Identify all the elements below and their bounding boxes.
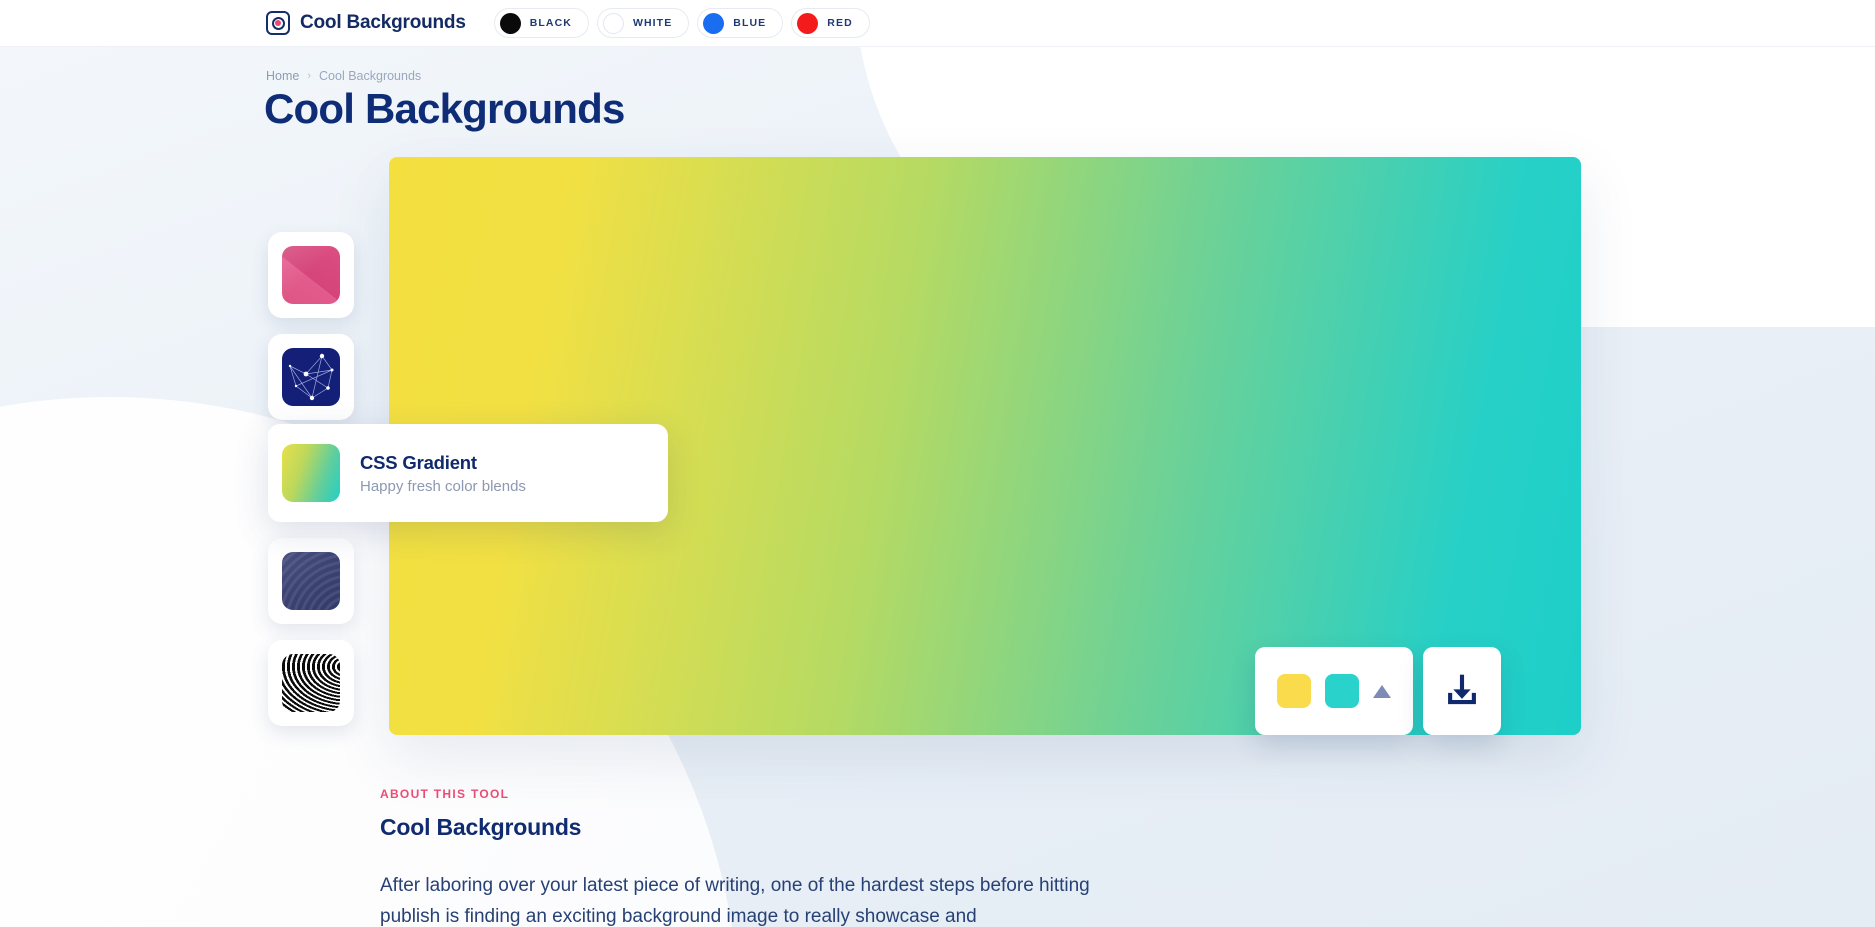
color-filter-group: BLACK WHITE BLUE RED: [493, 8, 870, 38]
gradient-stop-one-swatch[interactable]: [1277, 674, 1311, 708]
download-icon: [1448, 674, 1476, 705]
page-content: Home › Cool Backgrounds Cool Backgrounds: [0, 47, 1875, 927]
tool-thumbnail-trianglify[interactable]: [268, 232, 354, 318]
swatch-blue: [703, 12, 725, 34]
popover-subtitle: Happy fresh color blends: [360, 477, 526, 495]
trianglify-thumb-icon: [282, 246, 340, 304]
download-button[interactable]: [1423, 647, 1501, 735]
color-chip-red-label: RED: [827, 17, 853, 29]
color-chip-blue[interactable]: BLUE: [697, 8, 784, 38]
color-chip-black[interactable]: BLACK: [493, 8, 589, 38]
color-chip-white[interactable]: WHITE: [596, 8, 690, 38]
breadcrumb: Home › Cool Backgrounds: [266, 69, 421, 83]
tool-thumbnail-topography[interactable]: [268, 640, 354, 726]
tool-thumbnail-particles[interactable]: [268, 334, 354, 420]
triangle-up-icon[interactable]: [1373, 684, 1391, 698]
tool-popover-css-gradient[interactable]: CSS Gradient Happy fresh color blends: [268, 424, 668, 522]
swatch-white: [602, 12, 624, 34]
page-title: Cool Backgrounds: [264, 85, 625, 132]
canvas-toolbar: [1255, 647, 1501, 735]
breadcrumb-home-link[interactable]: Home: [266, 69, 299, 83]
brand-home-link[interactable]: Cool Backgrounds: [266, 11, 466, 35]
unsplash-thumb-icon: [282, 552, 340, 610]
color-chip-white-label: WHITE: [632, 17, 673, 29]
breadcrumb-current: Cool Backgrounds: [319, 69, 422, 83]
about-eyebrow: ABOUT THIS TOOL: [380, 787, 510, 801]
color-stop-panel: [1255, 647, 1413, 735]
gradient-stop-two-swatch[interactable]: [1325, 674, 1359, 708]
color-chip-red[interactable]: RED: [791, 8, 870, 38]
tool-thumbnail-unsplash[interactable]: [268, 538, 354, 624]
color-chip-blue-label: BLUE: [733, 17, 767, 29]
color-chip-black-label: BLACK: [529, 17, 572, 29]
brand-name: Cool Backgrounds: [300, 12, 466, 33]
particles-thumb-icon: [282, 348, 340, 406]
popover-thumb-icon: [282, 444, 340, 502]
popover-title: CSS Gradient: [360, 451, 477, 473]
target-logo-icon: [266, 11, 290, 35]
breadcrumb-separator-icon: ›: [307, 70, 312, 82]
swatch-red: [797, 12, 819, 34]
swatch-black: [499, 12, 521, 34]
topography-thumb-icon: [282, 654, 340, 712]
about-title: Cool Backgrounds: [380, 814, 582, 840]
top-navbar: Cool Backgrounds BLACK WHITE BLUE RED: [0, 0, 1875, 47]
about-body-text: After laboring over your latest piece of…: [380, 875, 1090, 927]
about-section: ABOUT THIS TOOL Cool Backgrounds After l…: [380, 787, 1140, 927]
